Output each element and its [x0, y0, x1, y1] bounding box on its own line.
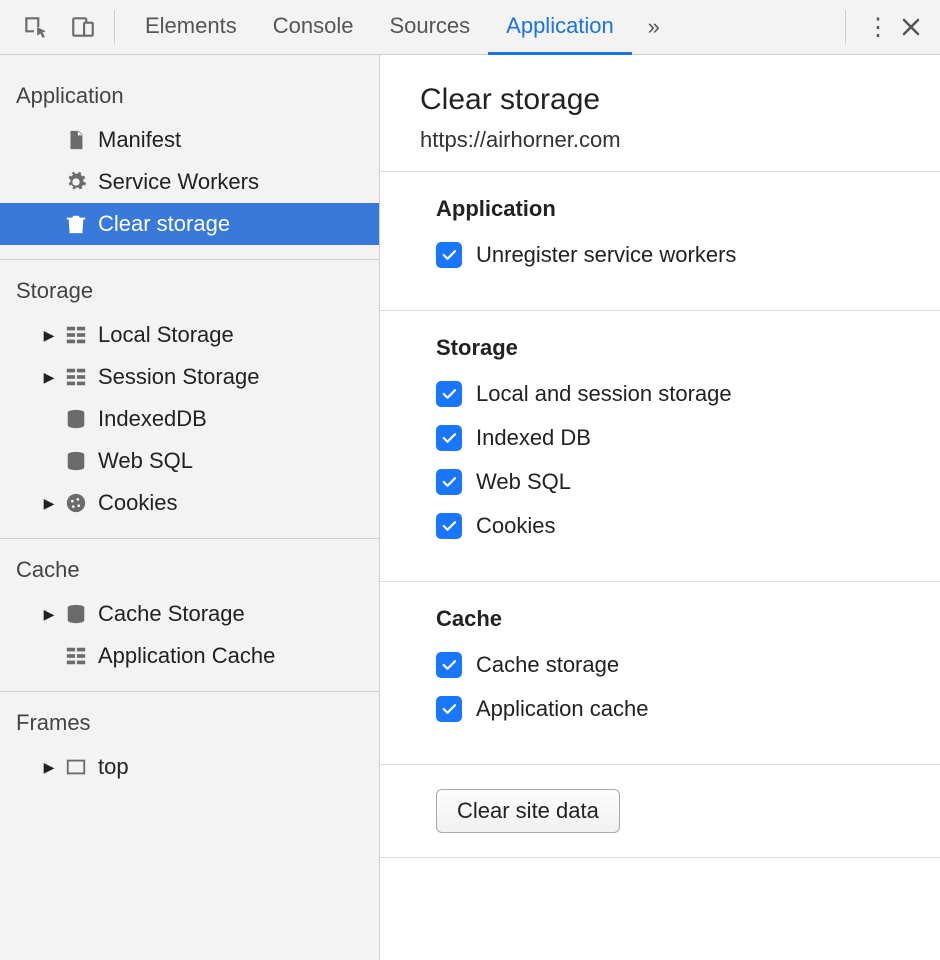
tab-console[interactable]: Console [255, 0, 372, 55]
frame-icon [62, 753, 90, 781]
sidebar-item-label: top [98, 754, 129, 780]
group-title: Cache [436, 606, 900, 632]
check-application-cache[interactable]: Application cache [436, 696, 900, 722]
kebab-icon: ⋮ [866, 13, 888, 42]
check-label: Cookies [476, 513, 555, 539]
devtools-toolbar: Elements Console Sources Application » ⋮ [0, 0, 940, 55]
chevron-right-double-icon: » [648, 14, 660, 40]
clear-storage-panel: Clear storage https://airhorner.com Appl… [380, 55, 940, 960]
sidebar-item-session-storage[interactable]: ▶ Session Storage [0, 356, 379, 398]
tab-sources[interactable]: Sources [371, 0, 488, 55]
check-label: Application cache [476, 696, 648, 722]
sidebar-item-application-cache[interactable]: ▶ Application Cache [0, 635, 379, 677]
sidebar-item-label: Web SQL [98, 448, 193, 474]
device-icon [70, 14, 96, 40]
sidebar-item-service-workers[interactable]: ▶ Service Workers [0, 161, 379, 203]
storage-grid-icon [62, 321, 90, 349]
clear-site-data-button[interactable]: Clear site data [436, 789, 620, 833]
trash-icon [62, 210, 90, 238]
check-web-sql[interactable]: Web SQL [436, 469, 900, 495]
sidebar-section-frames: Frames [0, 692, 379, 746]
gear-icon [62, 168, 90, 196]
check-cache-storage[interactable]: Cache storage [436, 652, 900, 678]
check-label: Cache storage [476, 652, 619, 678]
sidebar-item-indexeddb[interactable]: ▶ IndexedDB [0, 398, 379, 440]
sidebar-section-storage: Storage [0, 260, 379, 314]
tab-elements[interactable]: Elements [127, 0, 255, 55]
caret-icon[interactable]: ▶ [40, 327, 58, 344]
sidebar-item-manifest[interactable]: ▶ Manifest [0, 119, 379, 161]
close-icon [901, 17, 921, 37]
check-local-session-storage[interactable]: Local and session storage [436, 381, 900, 407]
toolbar-separator [114, 10, 115, 44]
tab-application[interactable]: Application [488, 0, 632, 55]
group-title: Storage [436, 335, 900, 361]
check-label: Indexed DB [476, 425, 591, 451]
check-label: Local and session storage [476, 381, 732, 407]
more-tabs-button[interactable]: » [632, 0, 676, 55]
kebab-menu-button[interactable]: ⋮ [860, 10, 894, 44]
group-storage: Storage Local and session storage Indexe… [380, 311, 940, 582]
sidebar-item-web-sql[interactable]: ▶ Web SQL [0, 440, 379, 482]
group-application: Application Unregister service workers [380, 172, 940, 311]
sidebar-item-label: Session Storage [98, 364, 259, 390]
inspect-element-button[interactable] [14, 0, 56, 55]
sidebar-item-cookies[interactable]: ▶ Cookies [0, 482, 379, 524]
sidebar-item-clear-storage[interactable]: ▶ Clear storage [0, 203, 379, 245]
checkbox-checked-icon [436, 696, 462, 722]
panel-origin: https://airhorner.com [420, 127, 900, 153]
toolbar-right: ⋮ [831, 10, 940, 44]
devtools-tabs: Elements Console Sources Application » [127, 0, 831, 55]
sidebar-item-label: IndexedDB [98, 406, 207, 432]
sidebar-section-cache: Cache [0, 539, 379, 593]
toolbar-separator [845, 10, 846, 44]
caret-icon[interactable]: ▶ [40, 606, 58, 623]
caret-icon[interactable]: ▶ [40, 369, 58, 386]
sidebar-item-label: Manifest [98, 127, 181, 153]
sidebar-section-application: Application [0, 65, 379, 119]
panel-title: Clear storage [420, 83, 900, 117]
sidebar-item-cache-storage[interactable]: ▶ Cache Storage [0, 593, 379, 635]
check-cookies[interactable]: Cookies [436, 513, 900, 539]
sidebar-item-label: Local Storage [98, 322, 234, 348]
sidebar-item-label: Cookies [98, 490, 177, 516]
sidebar-item-label: Clear storage [98, 211, 230, 237]
checkbox-checked-icon [436, 425, 462, 451]
checkbox-checked-icon [436, 513, 462, 539]
group-action: Clear site data [380, 765, 940, 858]
group-cache: Cache Cache storage Application cache [380, 582, 940, 765]
sidebar-item-local-storage[interactable]: ▶ Local Storage [0, 314, 379, 356]
checkbox-checked-icon [436, 242, 462, 268]
device-toolbar-button[interactable] [62, 0, 104, 55]
checkbox-checked-icon [436, 469, 462, 495]
caret-icon[interactable]: ▶ [40, 495, 58, 512]
toolbar-left-tools [0, 0, 106, 55]
panel-header: Clear storage https://airhorner.com [380, 55, 940, 172]
checkbox-checked-icon [436, 652, 462, 678]
sidebar-item-label: Service Workers [98, 169, 259, 195]
main-split: Application ▶ Manifest ▶ Service Workers… [0, 55, 940, 960]
check-unregister-service-workers[interactable]: Unregister service workers [436, 242, 900, 268]
database-icon [62, 600, 90, 628]
sidebar-item-label: Application Cache [98, 643, 275, 669]
checkbox-checked-icon [436, 381, 462, 407]
check-label: Unregister service workers [476, 242, 736, 268]
close-devtools-button[interactable] [894, 10, 928, 44]
group-title: Application [436, 196, 900, 222]
sidebar-item-frame-top[interactable]: ▶ top [0, 746, 379, 788]
caret-icon[interactable]: ▶ [40, 759, 58, 776]
database-icon [62, 405, 90, 433]
application-sidebar: Application ▶ Manifest ▶ Service Workers… [0, 55, 380, 960]
inspect-icon [22, 14, 48, 40]
storage-grid-icon [62, 642, 90, 670]
check-label: Web SQL [476, 469, 571, 495]
document-icon [62, 126, 90, 154]
storage-grid-icon [62, 363, 90, 391]
database-icon [62, 447, 90, 475]
cookie-icon [62, 489, 90, 517]
check-indexed-db[interactable]: Indexed DB [436, 425, 900, 451]
sidebar-item-label: Cache Storage [98, 601, 245, 627]
